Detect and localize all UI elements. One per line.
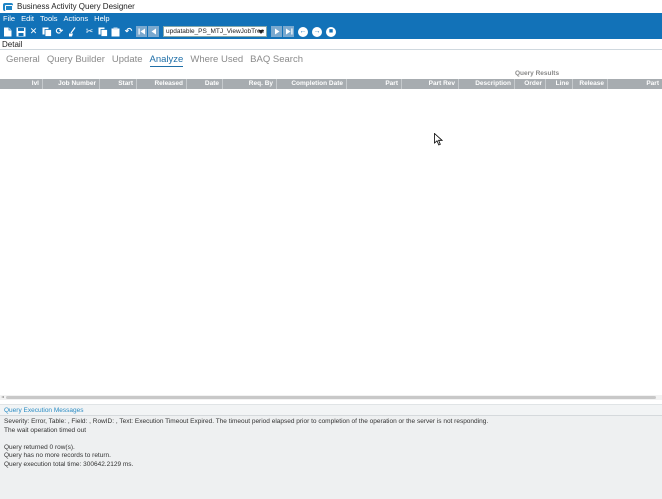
query-results-title: Query Results [515, 70, 560, 77]
delete-icon[interactable]: ✕ [28, 26, 39, 37]
tab-update[interactable]: Update [112, 54, 143, 67]
scrollbar-thumb[interactable] [6, 396, 656, 399]
column-header-part-rev[interactable]: Part Rev [402, 79, 459, 89]
clear-icon[interactable] [67, 26, 78, 37]
tab-strip: General Query Builder Update Analyze Whe… [6, 54, 310, 67]
divider [0, 49, 662, 50]
message-line: Query execution total time: 300642.2129 … [4, 460, 134, 468]
menu-actions[interactable]: Actions [64, 14, 89, 23]
forward-icon[interactable]: → [312, 26, 322, 37]
last-record-icon[interactable] [283, 26, 294, 37]
column-header-req-by[interactable]: Req. By [223, 79, 277, 89]
detail-label: Detail [2, 40, 23, 49]
results-grid-header: lvl Job Number Start Released Date Req. … [0, 79, 662, 89]
previous-record-icon[interactable] [148, 26, 159, 37]
column-header-released[interactable]: Released [137, 79, 187, 89]
column-header-date[interactable]: Date [187, 79, 223, 89]
horizontal-scrollbar[interactable] [0, 395, 662, 400]
next-record-icon[interactable] [271, 26, 282, 37]
title-bar: Business Activity Query Designer [0, 0, 662, 13]
copy-clipboard-icon[interactable] [97, 26, 108, 37]
messages-panel-header: Query Execution Messages [0, 404, 662, 416]
message-line: The wait operation timed out [4, 426, 87, 434]
menu-tools[interactable]: Tools [40, 14, 58, 23]
menu-help[interactable]: Help [94, 14, 109, 23]
stop-icon[interactable]: ■ [326, 26, 336, 37]
app-icon [3, 2, 13, 11]
column-header-release[interactable]: Release [573, 79, 608, 89]
query-id-combo[interactable]: updatable_PS_MTJ_ViewJobTree [163, 26, 267, 37]
first-record-icon[interactable] [136, 26, 147, 37]
tab-analyze[interactable]: Analyze [149, 54, 184, 67]
column-header-description[interactable]: Description [459, 79, 515, 89]
new-icon[interactable] [2, 26, 13, 37]
tab-query-builder[interactable]: Query Builder [47, 54, 105, 67]
back-icon[interactable]: ← [298, 26, 308, 37]
window-title: Business Activity Query Designer [17, 2, 135, 11]
menu-file[interactable]: File [3, 14, 15, 23]
message-line: Severity: Error, Table: , Field: , RowID… [4, 418, 489, 425]
column-header-completion-date[interactable]: Completion Date [277, 79, 347, 89]
undo-icon[interactable]: ↶ [123, 26, 134, 37]
cut-icon[interactable]: ✂ [84, 26, 95, 37]
message-line: Query returned 0 row(s). [4, 443, 75, 451]
tab-baq-search[interactable]: BAQ Search [250, 54, 303, 67]
save-icon[interactable] [15, 26, 26, 37]
column-header-order[interactable]: Order [515, 79, 546, 89]
tab-general[interactable]: General [6, 54, 40, 67]
menu-bar: File Edit Tools Actions Help [0, 13, 662, 24]
refresh-icon[interactable]: ⟳ [54, 26, 65, 37]
paste-icon[interactable] [110, 26, 121, 37]
tab-where-used[interactable]: Where Used [190, 54, 243, 67]
column-header-line[interactable]: Line [546, 79, 573, 89]
message-line: Query has no more records to return. [4, 452, 111, 459]
messages-panel: Severity: Error, Table: , Field: , RowID… [0, 416, 662, 499]
column-header-part-2[interactable]: Part [608, 79, 662, 89]
toolbar: ✕ ⟳ ✂ ↶ updatable_PS_MTJ_ViewJobTree ← →… [0, 24, 662, 39]
chevron-down-icon[interactable] [258, 30, 264, 34]
query-id-value: updatable_PS_MTJ_ViewJobTree [166, 28, 265, 35]
column-header-part[interactable]: Part [347, 79, 402, 89]
column-header-lvl[interactable]: lvl [0, 79, 43, 89]
menu-edit[interactable]: Edit [21, 14, 34, 23]
mouse-cursor-icon [434, 133, 443, 146]
results-grid-body[interactable] [0, 89, 662, 394]
column-header-start[interactable]: Start [100, 79, 137, 89]
scroll-left-icon[interactable] [1, 396, 4, 398]
column-header-job-number[interactable]: Job Number [43, 79, 100, 89]
copy-icon[interactable] [41, 26, 52, 37]
